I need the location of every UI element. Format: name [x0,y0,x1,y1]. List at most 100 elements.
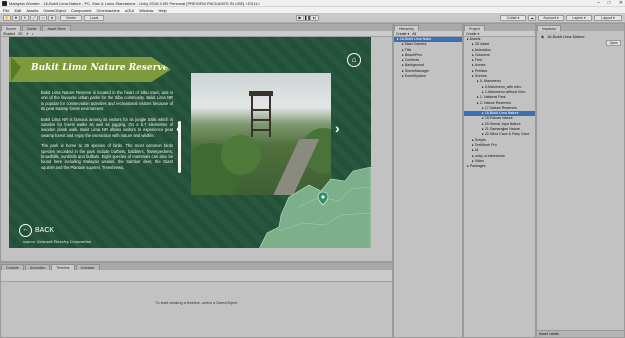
hierarchy-item-label: Background [404,63,424,68]
transform-tool-icon[interactable]: ⊕ [48,15,56,21]
project-item-label: Icones [474,63,486,68]
project-item-label: unity-ui-extensions [474,153,505,158]
hierarchy-item[interactable]: ▸ EventSystem [394,74,462,79]
project-item-label: Cutscene [474,52,490,57]
description-text: Bukit Lima Nature Reserve is located in … [41,90,173,232]
leaf-icon [11,57,21,82]
inspector-object-name: 16-Bukit Lima Nature [547,34,585,39]
light-icon[interactable]: ☀ [26,32,29,36]
hierarchy-panel: Hierarchy Create ▾ All ▸ 16-Bukit Lima N… [393,23,463,338]
project-item-label: 19-Paleas Nature [484,116,513,121]
play-icon[interactable]: ▶ [297,16,304,20]
project-item-label: Font [474,58,483,63]
pivot-toggle[interactable]: Center [60,15,82,21]
project-item-label: Scenes [474,74,487,79]
hierarchy-tree: ▸ 16-Bukit Lima Natur ▸ Main Camera ▸ Titl… [394,37,462,79]
tab-animation[interactable]: Animation [24,264,51,270]
tab-inspector[interactable]: Inspector [537,25,562,31]
tab-hierarchy[interactable]: Hierarchy [394,25,419,31]
account-dropdown[interactable]: Account ▾ [538,15,564,21]
project-item-label: 17-Nature Reserves [484,105,517,110]
tab-animator[interactable]: Animator [75,264,100,270]
project-item-label: Animation [474,47,491,52]
description-paragraph: Bukit Lima Nature Reserve is located in … [41,90,173,112]
project-item-label: 1-Mainmenu without Intro [484,89,526,94]
tab-game[interactable]: Game [21,25,42,31]
unity-logo-icon [2,0,7,6]
window-title: Malaysia Wonder - 16-Bukit Lima Nature -… [9,0,260,6]
project-item-label: Prefabs [474,68,488,73]
menu-cinemachine[interactable]: Cinemachine [97,8,120,13]
hierarchy-item-label: Contents [404,58,420,63]
close-icon[interactable]: ✕ [619,0,623,7]
hierarchy-item-label: BeachPins [404,52,422,57]
hierarchy-item-label: EventSystem [404,74,426,79]
project-item-label: 20-Semai Jaya Nature [484,121,521,126]
back-button[interactable]: ← BACK [19,224,54,237]
maximize-icon[interactable]: □ [608,0,611,7]
previous-arrow-icon[interactable]: ‹ [176,120,181,136]
collab-dropdown[interactable]: Collab ▾ [500,15,526,21]
tab-timeline[interactable]: Timeline [51,264,75,270]
timeline-empty-message: To start creating a timeline, select a G… [155,301,238,305]
hierarchy-item-label: 16-Bukit Lima Natur [399,37,432,41]
project-item-label: Assets [469,37,481,41]
observation-tower [249,91,273,137]
audio-icon[interactable]: ♪ [32,32,34,36]
rect-tool-icon[interactable]: ▭ [39,15,47,21]
hand-tool-icon[interactable]: ✋ [3,15,11,21]
project-item-label: 0- Mainmenu [479,79,501,84]
project-panel: Project Create ▾ ▸ Assets ▸ 2D Asset ▸ Ani… [463,23,536,338]
move-tool-icon[interactable]: ✥ [12,15,20,21]
project-item-label: 2- Nature Reserves [479,100,511,105]
project-tree: ▸ Assets ▸ 2D Asset ▸ Animation ▸ Cutscene ▸… [464,37,535,169]
hierarchy-search-input[interactable]: All [412,32,416,36]
inspector-panel: Inspector ◈ 16-Bukit Lima Nature Open As… [536,23,625,338]
project-item-label: 1- National Park [479,95,506,100]
rotate-tool-icon[interactable]: ↻ [21,15,29,21]
space-toggle[interactable]: Local [84,15,104,21]
hierarchy-item-label: Main Camera [404,42,427,47]
game-canvas: Bukit Lima Nature Reserve ⌂ Bukit Lima N… [9,37,371,248]
title-banner: Bukit Lima Nature Reserve [9,57,171,82]
asset-labels-bar[interactable]: Asset Labels [537,330,624,337]
project-item-label: Video [474,158,484,163]
project-item-label: UI [474,148,479,153]
project-create-button[interactable]: Create ▾ [466,32,479,36]
cloud-icon[interactable]: ☁ [528,15,536,21]
2d-toggle[interactable]: 2D [18,32,22,36]
menu-help[interactable]: Help [158,8,166,13]
project-item-label: Scripts [474,137,486,142]
layout-dropdown[interactable]: Layout ▾ [594,15,622,21]
menu-ugui[interactable]: uGUI [125,8,134,13]
hierarchy-item-label: SceneManager [404,68,430,73]
tab-project[interactable]: Project [464,25,485,31]
window-titlebar: Malaysia Wonder - 16-Bukit Lima Nature -… [0,0,625,7]
tab-asset-store[interactable]: Asset Store [42,25,71,31]
tab-scene[interactable]: Scene [1,25,21,31]
home-icon[interactable]: ⌂ [347,53,361,67]
tab-console[interactable]: Console [1,264,24,270]
menu-assets[interactable]: Assets [26,8,38,13]
playback-controls: ▶ ❚❚ ▸| [296,15,319,21]
project-item[interactable]: ▸ Packages [464,164,535,169]
step-icon[interactable]: ▸| [311,16,318,20]
pause-icon[interactable]: ❚❚ [304,16,311,20]
menu-component[interactable]: Component [71,8,92,13]
scale-tool-icon[interactable]: ⤢ [30,15,38,21]
shading-mode-dropdown[interactable]: Shaded [3,32,15,36]
menu-edit[interactable]: Edit [14,8,21,13]
menu-gameobject[interactable]: GameObject [43,8,65,13]
minimize-icon[interactable]: – [597,0,600,7]
hierarchy-create-button[interactable]: Create ▾ [396,32,409,36]
project-item-label: 16-Bukit Lima Nature [484,111,519,116]
menu-window[interactable]: Window [139,8,153,13]
back-label: BACK [35,227,55,234]
back-arrow-icon: ← [19,224,32,237]
next-arrow-icon[interactable]: › [335,120,340,136]
open-button[interactable]: Open [606,40,621,46]
menu-file[interactable]: File [3,8,9,13]
page-title: Bukit Lima Nature Reserve [31,63,169,73]
scene-tabstrip: Scene Game Asset Store [1,24,392,31]
layers-dropdown[interactable]: Layers ▾ [566,15,592,21]
